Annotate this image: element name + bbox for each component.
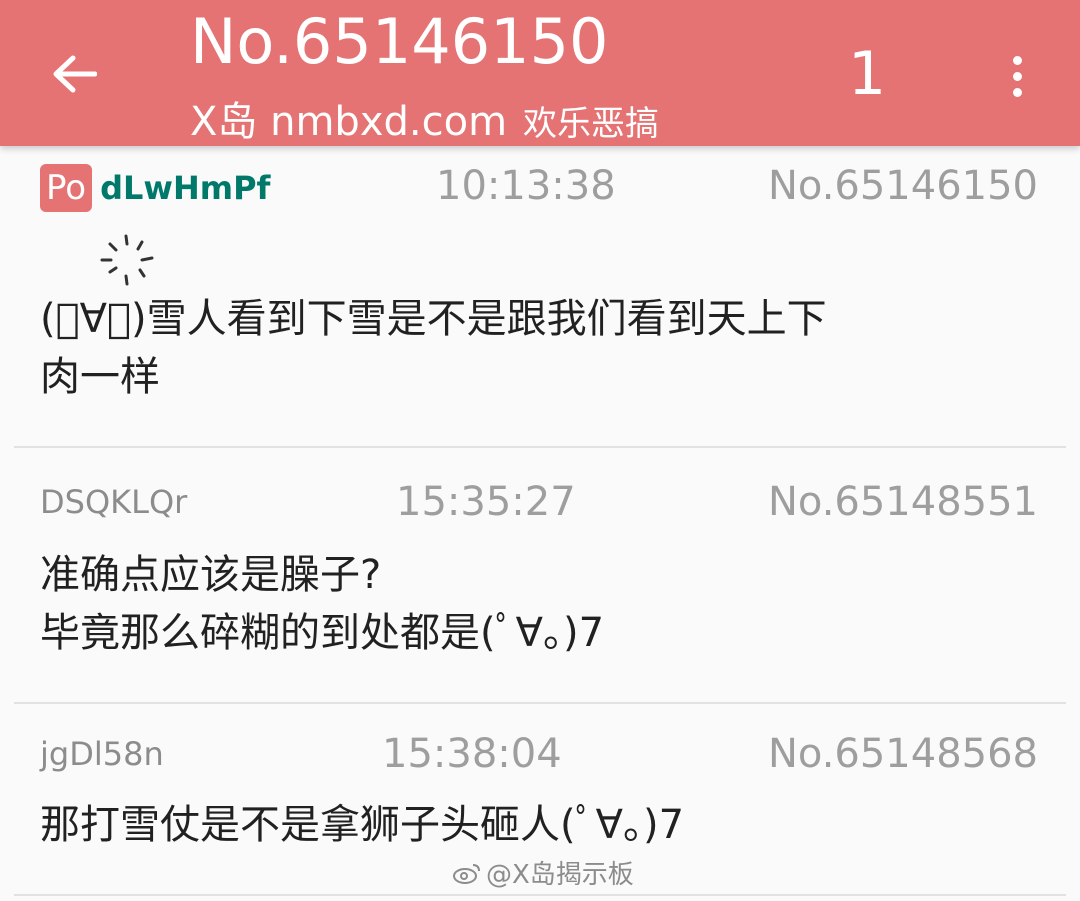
weibo-icon [453, 863, 480, 884]
reply-time: 10:13:38 [436, 163, 616, 209]
thread-subtitle: X岛 nmbxd.com 欢乐恶搞 [190, 96, 659, 150]
back-arrow-icon [53, 55, 97, 93]
reply-content: (ﾟ∀。)雪人看到下雪是不是跟我们看到天上下 肉一样 [40, 296, 827, 400]
reply-time: 15:38:04 [382, 731, 562, 777]
watermark-text: @X岛揭示板 [486, 860, 634, 890]
reply-uid[interactable]: jgDl58n [40, 726, 164, 782]
reply-number[interactable]: No.65146150 [768, 158, 1038, 214]
thread-title: No.65146150 [190, 5, 609, 78]
reply-meta: jgDl58n 15:38:04 No.65148568 [40, 726, 1038, 782]
reply-meta: Po dLwHmPf 10:13:38 No.65146150 [40, 158, 1038, 214]
site-name: X岛 nmbxd.com [190, 99, 508, 145]
sparkle-icon [100, 234, 154, 286]
reply-number[interactable]: No.65148568 [768, 726, 1038, 782]
page-number-button[interactable]: 1 [848, 36, 886, 112]
watermark: @X岛揭示板 [452, 854, 634, 891]
reply-item[interactable]: Po dLwHmPf 10:13:38 No.65146150 (ﾟ∀。)雪人看到… [14, 146, 1066, 448]
reply-number[interactable]: No.65148551 [768, 474, 1038, 530]
po-uid: dLwHmPf [100, 169, 271, 207]
board-name: 欢乐恶搞 [523, 104, 660, 144]
po-badge: Po [40, 164, 93, 212]
more-menu-button[interactable] [995, 46, 1039, 106]
reply-content: 那打雪仗是不是拿狮子头砸人(ﾟ∀。)7 [40, 802, 685, 848]
reply-item[interactable]: DSQKLQr 15:35:27 No.65148551 准确点应该是臊子? 毕… [14, 446, 1066, 704]
reply-uid[interactable]: Po dLwHmPf [40, 158, 270, 216]
back-button[interactable] [44, 44, 104, 104]
reply-meta: DSQKLQr 15:35:27 No.65148551 [40, 474, 1038, 530]
reply-content: 准确点应该是臊子? 毕竟那么碎糊的到处都是(ﾟ∀。)7 [40, 552, 605, 656]
more-vert-icon [1012, 55, 1022, 97]
reply-uid[interactable]: DSQKLQr [40, 474, 187, 530]
reply-time: 15:35:27 [396, 479, 576, 525]
app-bar: No.65146150 X岛 nmbxd.com 欢乐恶搞 1 [0, 0, 1080, 146]
